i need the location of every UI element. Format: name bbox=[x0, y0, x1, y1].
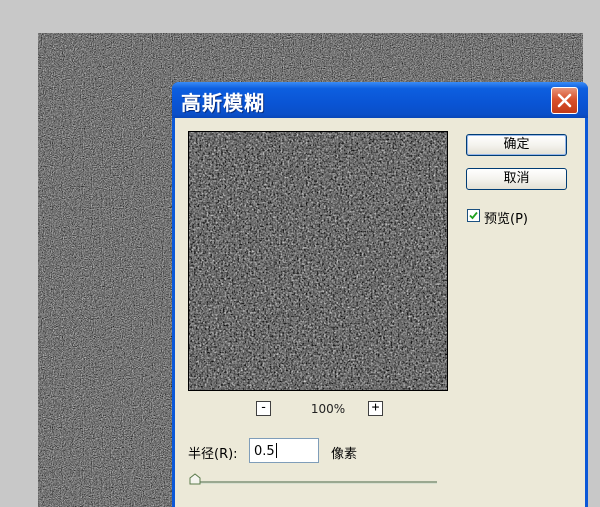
close-button[interactable] bbox=[551, 87, 578, 114]
zoom-level: 100% bbox=[310, 402, 346, 416]
preview-image[interactable] bbox=[188, 131, 448, 391]
zoom-out-button[interactable]: - bbox=[256, 401, 271, 416]
radius-value: 0.5 bbox=[254, 444, 275, 459]
close-icon bbox=[557, 93, 572, 108]
zoom-controls: - 100% + bbox=[188, 401, 448, 421]
cancel-button[interactable]: 取消 bbox=[466, 168, 567, 190]
checkmark-icon bbox=[469, 211, 478, 220]
ok-button[interactable]: 确定 bbox=[466, 134, 567, 156]
radius-slider-track[interactable] bbox=[192, 481, 437, 484]
radius-row: 半径(R): 0.5 像素 bbox=[188, 438, 578, 464]
preview-checkbox-label: 预览(P) bbox=[484, 212, 528, 227]
zoom-in-button[interactable]: + bbox=[368, 401, 383, 416]
dialog-titlebar[interactable]: 高斯模糊 bbox=[172, 82, 588, 118]
radius-slider-thumb[interactable] bbox=[189, 473, 201, 485]
radius-label: 半径(R): bbox=[188, 447, 238, 462]
dialog-body: - 100% + 确定 取消 预览(P) 半径(R): 0.5 像素 bbox=[175, 118, 585, 507]
radius-input[interactable]: 0.5 bbox=[249, 438, 319, 463]
dialog-title: 高斯模糊 bbox=[181, 91, 265, 115]
radius-unit: 像素 bbox=[331, 447, 358, 462]
preview-checkbox[interactable] bbox=[467, 209, 480, 222]
gaussian-blur-dialog: 高斯模糊 - 100% + 确定 取消 预览(P) 半径(R): 0.5 像素 bbox=[172, 82, 588, 507]
